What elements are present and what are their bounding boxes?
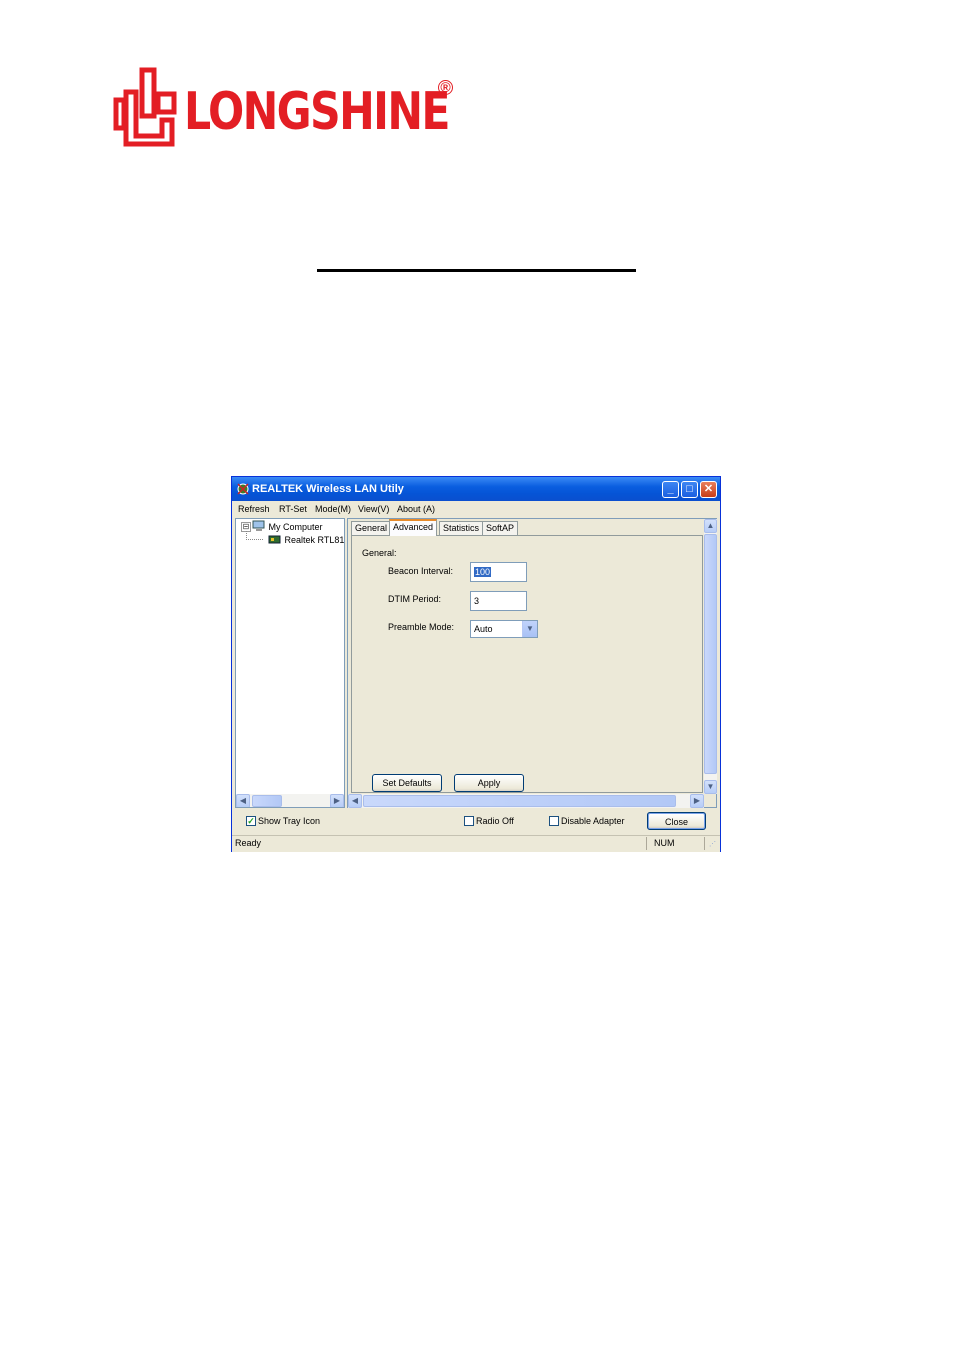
wireless-adapter-icon <box>268 535 281 544</box>
beacon-interval-input[interactable]: 100 <box>470 562 527 582</box>
network-app-icon <box>237 483 249 495</box>
tree-label-my-computer: My Computer <box>268 522 323 532</box>
longshine-logo: LONGSHINE ® <box>112 64 457 148</box>
chevron-down-icon[interactable]: ▼ <box>522 621 537 637</box>
beacon-interval-value: 100 <box>474 567 492 577</box>
minimize-button[interactable]: _ <box>662 481 679 498</box>
scroll-up-icon[interactable]: ▲ <box>704 519 717 533</box>
scroll-left-icon[interactable]: ◀ <box>348 794 362 808</box>
tree-horizontal-scrollbar[interactable]: ◀ ▶ <box>236 794 344 807</box>
window-title: REALTEK Wireless LAN Utily <box>252 483 404 495</box>
realtek-utility-window: REALTEK Wireless LAN Utily _ □ ✕ Refresh… <box>231 476 721 852</box>
scroll-left-icon[interactable]: ◀ <box>236 794 250 807</box>
menu-rt-set[interactable]: RT-Set <box>279 504 307 514</box>
beacon-interval-label: Beacon Interval: <box>388 566 454 576</box>
content-hscroll-thumb[interactable] <box>363 795 676 807</box>
preamble-mode-select[interactable]: Auto ▼ <box>470 620 538 638</box>
general-group-label: General: <box>362 548 397 558</box>
dtim-period-value: 3 <box>474 596 480 606</box>
scroll-right-icon[interactable]: ▶ <box>690 794 704 808</box>
radio-off-checkbox[interactable] <box>464 816 474 826</box>
content-vscroll-thumb[interactable] <box>704 534 717 774</box>
device-tree: ⊟ My Computer Realtek RTL81 ◀ ▶ <box>235 518 345 808</box>
content-horizontal-scrollbar[interactable]: ◀ ▶ <box>348 794 704 808</box>
disable-adapter-label: Disable Adapter <box>561 816 625 826</box>
num-lock-indicator: NUM <box>654 838 675 848</box>
tab-general[interactable]: General <box>351 521 392 535</box>
title-bar[interactable]: REALTEK Wireless LAN Utily _ □ ✕ <box>232 477 720 501</box>
menu-mode[interactable]: Mode(M) <box>315 504 351 514</box>
status-divider <box>646 837 647 850</box>
dtim-period-label: DTIM Period: <box>388 594 442 604</box>
tree-label-adapter: Realtek RTL81 <box>284 535 345 545</box>
menu-bar: Refresh RT-Set Mode(M) View(V) About (A) <box>232 501 720 517</box>
tab-advanced[interactable]: Advanced <box>389 519 438 536</box>
scroll-right-icon[interactable]: ▶ <box>330 794 344 807</box>
dtim-period-input[interactable]: 3 <box>470 591 527 611</box>
tree-scroll-thumb[interactable] <box>252 795 282 807</box>
apply-button[interactable]: Apply <box>454 774 524 792</box>
content-vertical-scrollbar[interactable]: ▲ ▼ <box>704 519 717 794</box>
logo-wordmark: LONGSHINE <box>184 82 451 142</box>
show-tray-label: Show Tray Icon <box>258 816 321 826</box>
menu-about[interactable]: About (A) <box>397 504 435 514</box>
computer-icon <box>252 520 265 531</box>
content-pane: General Advanced Statistics SoftAP Gener… <box>347 518 717 808</box>
show-tray-checkbox[interactable]: ✓ <box>246 816 256 826</box>
close-button[interactable]: Close <box>647 812 706 830</box>
advanced-tab-page: General: Beacon Interval: 100 DTIM Perio… <box>351 535 703 793</box>
preamble-mode-label: Preamble Mode: <box>388 622 455 632</box>
disable-adapter-checkbox[interactable] <box>549 816 559 826</box>
tree-item-adapter[interactable]: Realtek RTL81 <box>268 533 344 545</box>
radio-off-label: Radio Off <box>476 816 514 826</box>
status-text: Ready <box>235 838 262 848</box>
longshine-emblem-icon <box>113 67 177 147</box>
tree-connector <box>246 531 263 540</box>
set-defaults-button[interactable]: Set Defaults <box>372 774 442 792</box>
tab-statistics[interactable]: Statistics <box>439 521 484 535</box>
menu-view[interactable]: View(V) <box>358 504 389 514</box>
scroll-down-icon[interactable]: ▼ <box>704 780 717 794</box>
status-divider <box>704 837 705 850</box>
title-underline <box>317 269 636 272</box>
tab-softap[interactable]: SoftAP <box>482 521 519 535</box>
close-window-button[interactable]: ✕ <box>700 481 717 498</box>
resize-grip-icon[interactable]: ⋰ <box>709 840 716 848</box>
menu-refresh[interactable]: Refresh <box>238 504 270 514</box>
registered-mark: ® <box>438 80 453 95</box>
preamble-mode-value: Auto <box>474 624 493 634</box>
maximize-button[interactable]: □ <box>681 481 698 498</box>
status-bar: Ready NUM ⋰ <box>232 835 720 852</box>
tree-item-my-computer[interactable]: My Computer <box>252 520 323 532</box>
